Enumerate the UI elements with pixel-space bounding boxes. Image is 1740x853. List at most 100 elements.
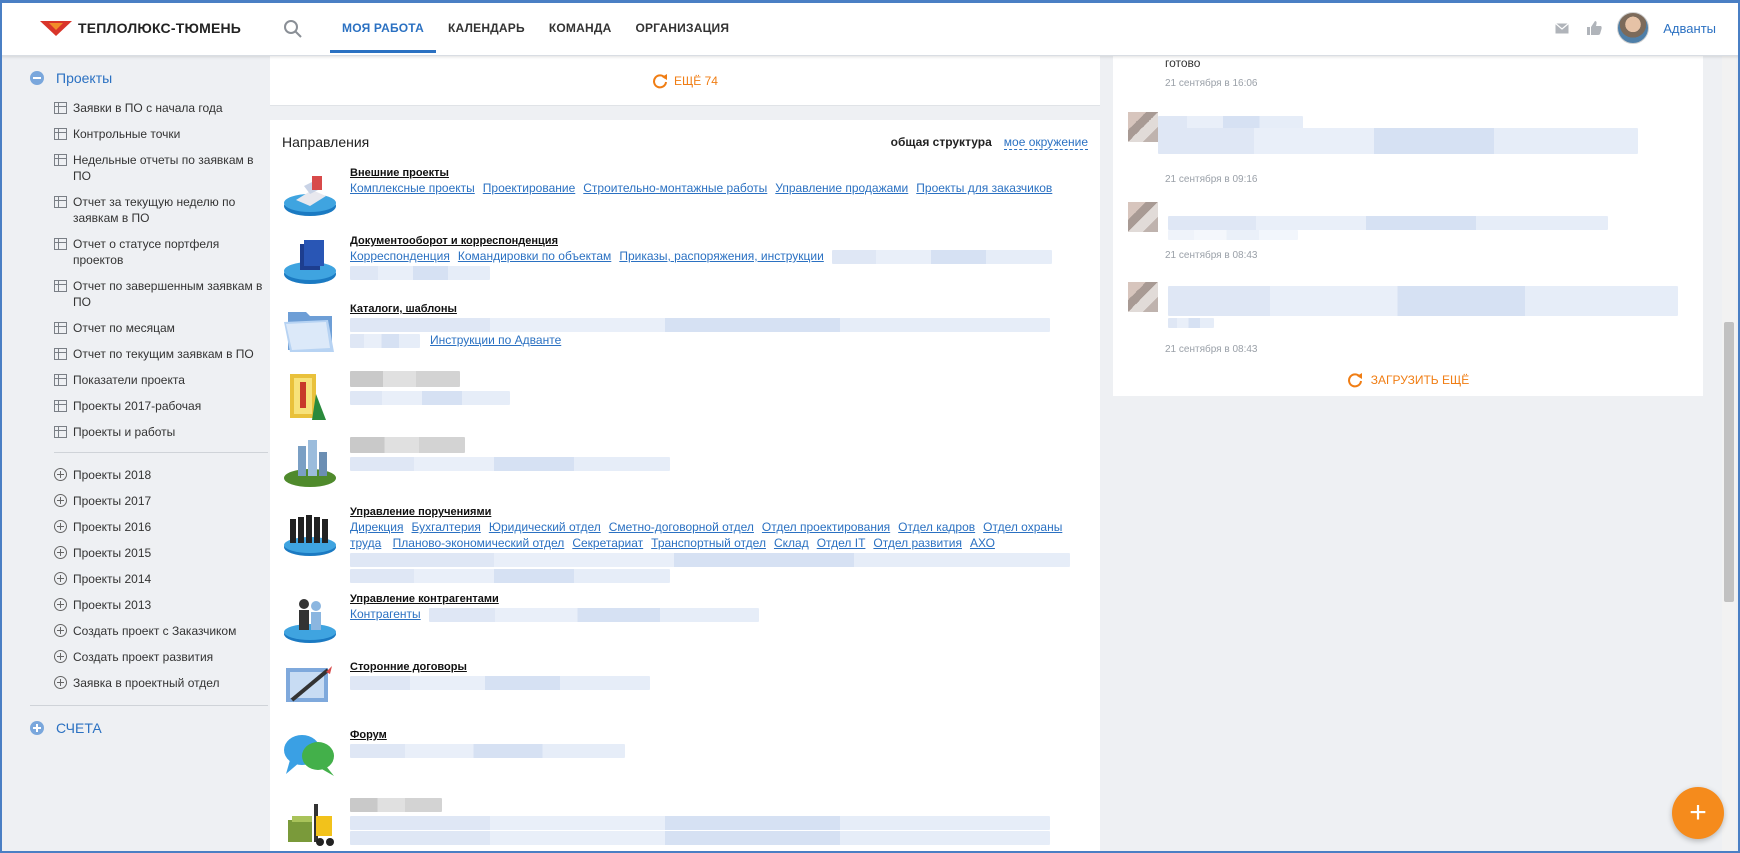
metrics-icon xyxy=(54,374,67,386)
activity-feed: готово 21 сентября в 16:06 21 сентября в… xyxy=(1113,56,1703,396)
direction-link[interactable]: Секретариат xyxy=(572,536,643,550)
sidebar-item[interactable]: Создать проект развития xyxy=(54,643,269,669)
nav-my-work[interactable]: МОЯ РАБОТА xyxy=(330,0,436,56)
direction-link[interactable]: Контрагенты xyxy=(350,607,421,621)
sidebar-item[interactable]: Отчет за текущую неделю по заявкам в ПО xyxy=(54,188,269,230)
redacted-name xyxy=(350,370,460,387)
add-circle-icon xyxy=(54,650,67,663)
direction-link[interactable]: Проекты для заказчиков xyxy=(916,181,1052,195)
redacted-name xyxy=(350,436,465,453)
expand-icon[interactable] xyxy=(30,721,44,735)
feed-time: 21 сентября в 16:06 xyxy=(1165,78,1258,89)
add-fab-button[interactable]: + xyxy=(1672,787,1724,839)
direction-link[interactable]: Отдел проектирования xyxy=(762,520,890,534)
direction-name[interactable]: Управление контрагентами xyxy=(350,592,1090,606)
redacted-text xyxy=(1168,286,1678,316)
direction-name[interactable]: Каталоги, шаблоны xyxy=(350,302,1090,316)
redacted-link xyxy=(350,831,1050,846)
direction-link[interactable]: Отдел кадров xyxy=(898,520,975,534)
sidebar-item-label: Проекты 2013 xyxy=(73,598,152,612)
redacted-link xyxy=(350,568,670,583)
direction-link[interactable]: Дирекция xyxy=(350,520,404,534)
sidebar-item[interactable]: Недельные отчеты по заявкам в ПО xyxy=(54,146,269,188)
sidebar-item[interactable]: Проекты 2016 xyxy=(54,513,269,539)
tab-environment[interactable]: мое окружение xyxy=(1003,135,1088,150)
logo[interactable]: ТЕПЛОЛЮКС-ТЮМЕНЬ xyxy=(40,19,241,37)
direction-row: Управление контрагентами Контрагенты xyxy=(282,592,1090,646)
sidebar-item[interactable]: Показатели проекта xyxy=(54,366,269,392)
sidebar-section-projects[interactable]: Проекты xyxy=(30,70,262,86)
redacted-link xyxy=(831,249,1052,264)
collapse-icon[interactable] xyxy=(30,71,44,85)
direction-link[interactable]: Юридический отдел xyxy=(489,520,601,534)
direction-name[interactable]: Сторонние договоры xyxy=(350,660,1090,674)
like-icon[interactable] xyxy=(1585,19,1603,37)
direction-link[interactable]: Бухгалтерия xyxy=(412,520,481,534)
search-icon[interactable] xyxy=(282,18,304,40)
header-user-area: Адванты xyxy=(1553,12,1716,44)
direction-link[interactable]: Инструкции по Адванте xyxy=(430,333,561,347)
direction-name[interactable]: Внешние проекты xyxy=(350,166,1090,180)
direction-name[interactable]: Форум xyxy=(350,728,1090,742)
direction-link[interactable]: Комплексные проекты xyxy=(350,181,475,195)
sidebar-item[interactable]: Проекты 2018 xyxy=(54,461,269,487)
redacted-text xyxy=(1158,128,1638,154)
sidebar-item[interactable]: Проекты и работы xyxy=(54,418,269,444)
sidebar-item-label: Создать проект развития xyxy=(73,650,214,664)
direction-link[interactable]: Проектирование xyxy=(483,181,576,195)
feed-avatar[interactable] xyxy=(1128,282,1158,312)
sidebar-item[interactable]: Создать проект с Заказчиком xyxy=(54,617,269,643)
warehouse-icon xyxy=(288,804,334,846)
sidebar-item[interactable]: Проекты 2017 xyxy=(54,487,269,513)
table-icon xyxy=(54,154,67,166)
sidebar-item[interactable]: Заявка в проектный отдел xyxy=(54,669,269,695)
nav-team[interactable]: КОМАНДА xyxy=(537,0,624,56)
nav-calendar[interactable]: КАЛЕНДАРЬ xyxy=(436,0,537,56)
direction-link[interactable]: Отдел развития xyxy=(873,536,962,550)
sidebar-item[interactable]: Отчет по завершенным заявкам в ПО xyxy=(54,272,269,314)
sidebar-item[interactable]: Проекты 2015 xyxy=(54,539,269,565)
direction-link[interactable]: Командировки по объектам xyxy=(458,249,611,263)
sidebar-item[interactable]: Проекты 2014 xyxy=(54,565,269,591)
sidebar-item[interactable]: Проекты 2017-рабочая xyxy=(54,392,269,418)
sidebar: Проекты Заявки в ПО с начала года Контро… xyxy=(0,56,268,853)
sidebar-item[interactable]: Отчет по месяцам xyxy=(54,314,269,340)
direction-link[interactable]: Планово-экономический отдел xyxy=(393,536,565,550)
direction-name[interactable]: Документооборот и корреспонденция xyxy=(350,234,1090,248)
sidebar-item[interactable]: Контрольные точки xyxy=(54,120,269,146)
sidebar-item-label: Проекты 2016 xyxy=(73,520,152,534)
direction-link[interactable]: АХО xyxy=(970,536,995,550)
redacted-link xyxy=(350,390,510,405)
sidebar-item[interactable]: Проекты 2013 xyxy=(54,591,269,617)
direction-link[interactable]: Строительно-монтажные работы xyxy=(583,181,767,195)
sidebar-item[interactable]: Отчет по текущим заявкам в ПО xyxy=(54,340,269,366)
mail-icon[interactable] xyxy=(1553,19,1571,37)
direction-link[interactable]: Управление продажами xyxy=(775,181,908,195)
more-button[interactable]: ЕЩЁ 74 xyxy=(652,73,718,89)
load-more-button[interactable]: ЗАГРУЗИТЬ ЕЩЁ xyxy=(1113,372,1703,388)
direction-row: Документооборот и корреспонденция Коррес… xyxy=(282,234,1090,288)
sidebar-section-accounts[interactable]: СЧЕТА xyxy=(30,720,262,736)
direction-name[interactable]: Управление поручениями xyxy=(350,505,1090,519)
direction-link[interactable]: Транспортный отдел xyxy=(651,536,766,550)
user-avatar[interactable] xyxy=(1617,12,1650,44)
feed-avatar[interactable] xyxy=(1128,112,1158,142)
table-icon xyxy=(54,102,67,114)
user-name[interactable]: Адванты xyxy=(1663,21,1716,36)
direction-row xyxy=(282,796,1090,850)
direction-link[interactable]: Склад xyxy=(774,536,809,550)
scrollbar-thumb[interactable] xyxy=(1724,322,1734,602)
feed-avatar[interactable] xyxy=(1128,202,1158,232)
sidebar-item-label: Недельные отчеты по заявкам в ПО xyxy=(73,153,254,183)
feed-time: 21 сентября в 08:43 xyxy=(1165,344,1258,355)
sidebar-item[interactable]: Отчет о статусе портфеля проектов xyxy=(54,230,269,272)
direction-link[interactable]: Отдел IT xyxy=(817,536,866,550)
nav-organization[interactable]: ОРГАНИЗАЦИЯ xyxy=(623,0,741,56)
direction-row: Форум xyxy=(282,728,1090,782)
direction-link[interactable]: Корреспонденция xyxy=(350,249,450,263)
refresh-icon xyxy=(1347,373,1362,388)
sidebar-item[interactable]: Заявки в ПО с начала года xyxy=(54,94,269,120)
direction-link[interactable]: Приказы, распоряжения, инструкции xyxy=(619,249,824,263)
direction-link[interactable]: Сметно-договорной отдел xyxy=(609,520,754,534)
tab-structure[interactable]: общая структура xyxy=(891,135,992,150)
